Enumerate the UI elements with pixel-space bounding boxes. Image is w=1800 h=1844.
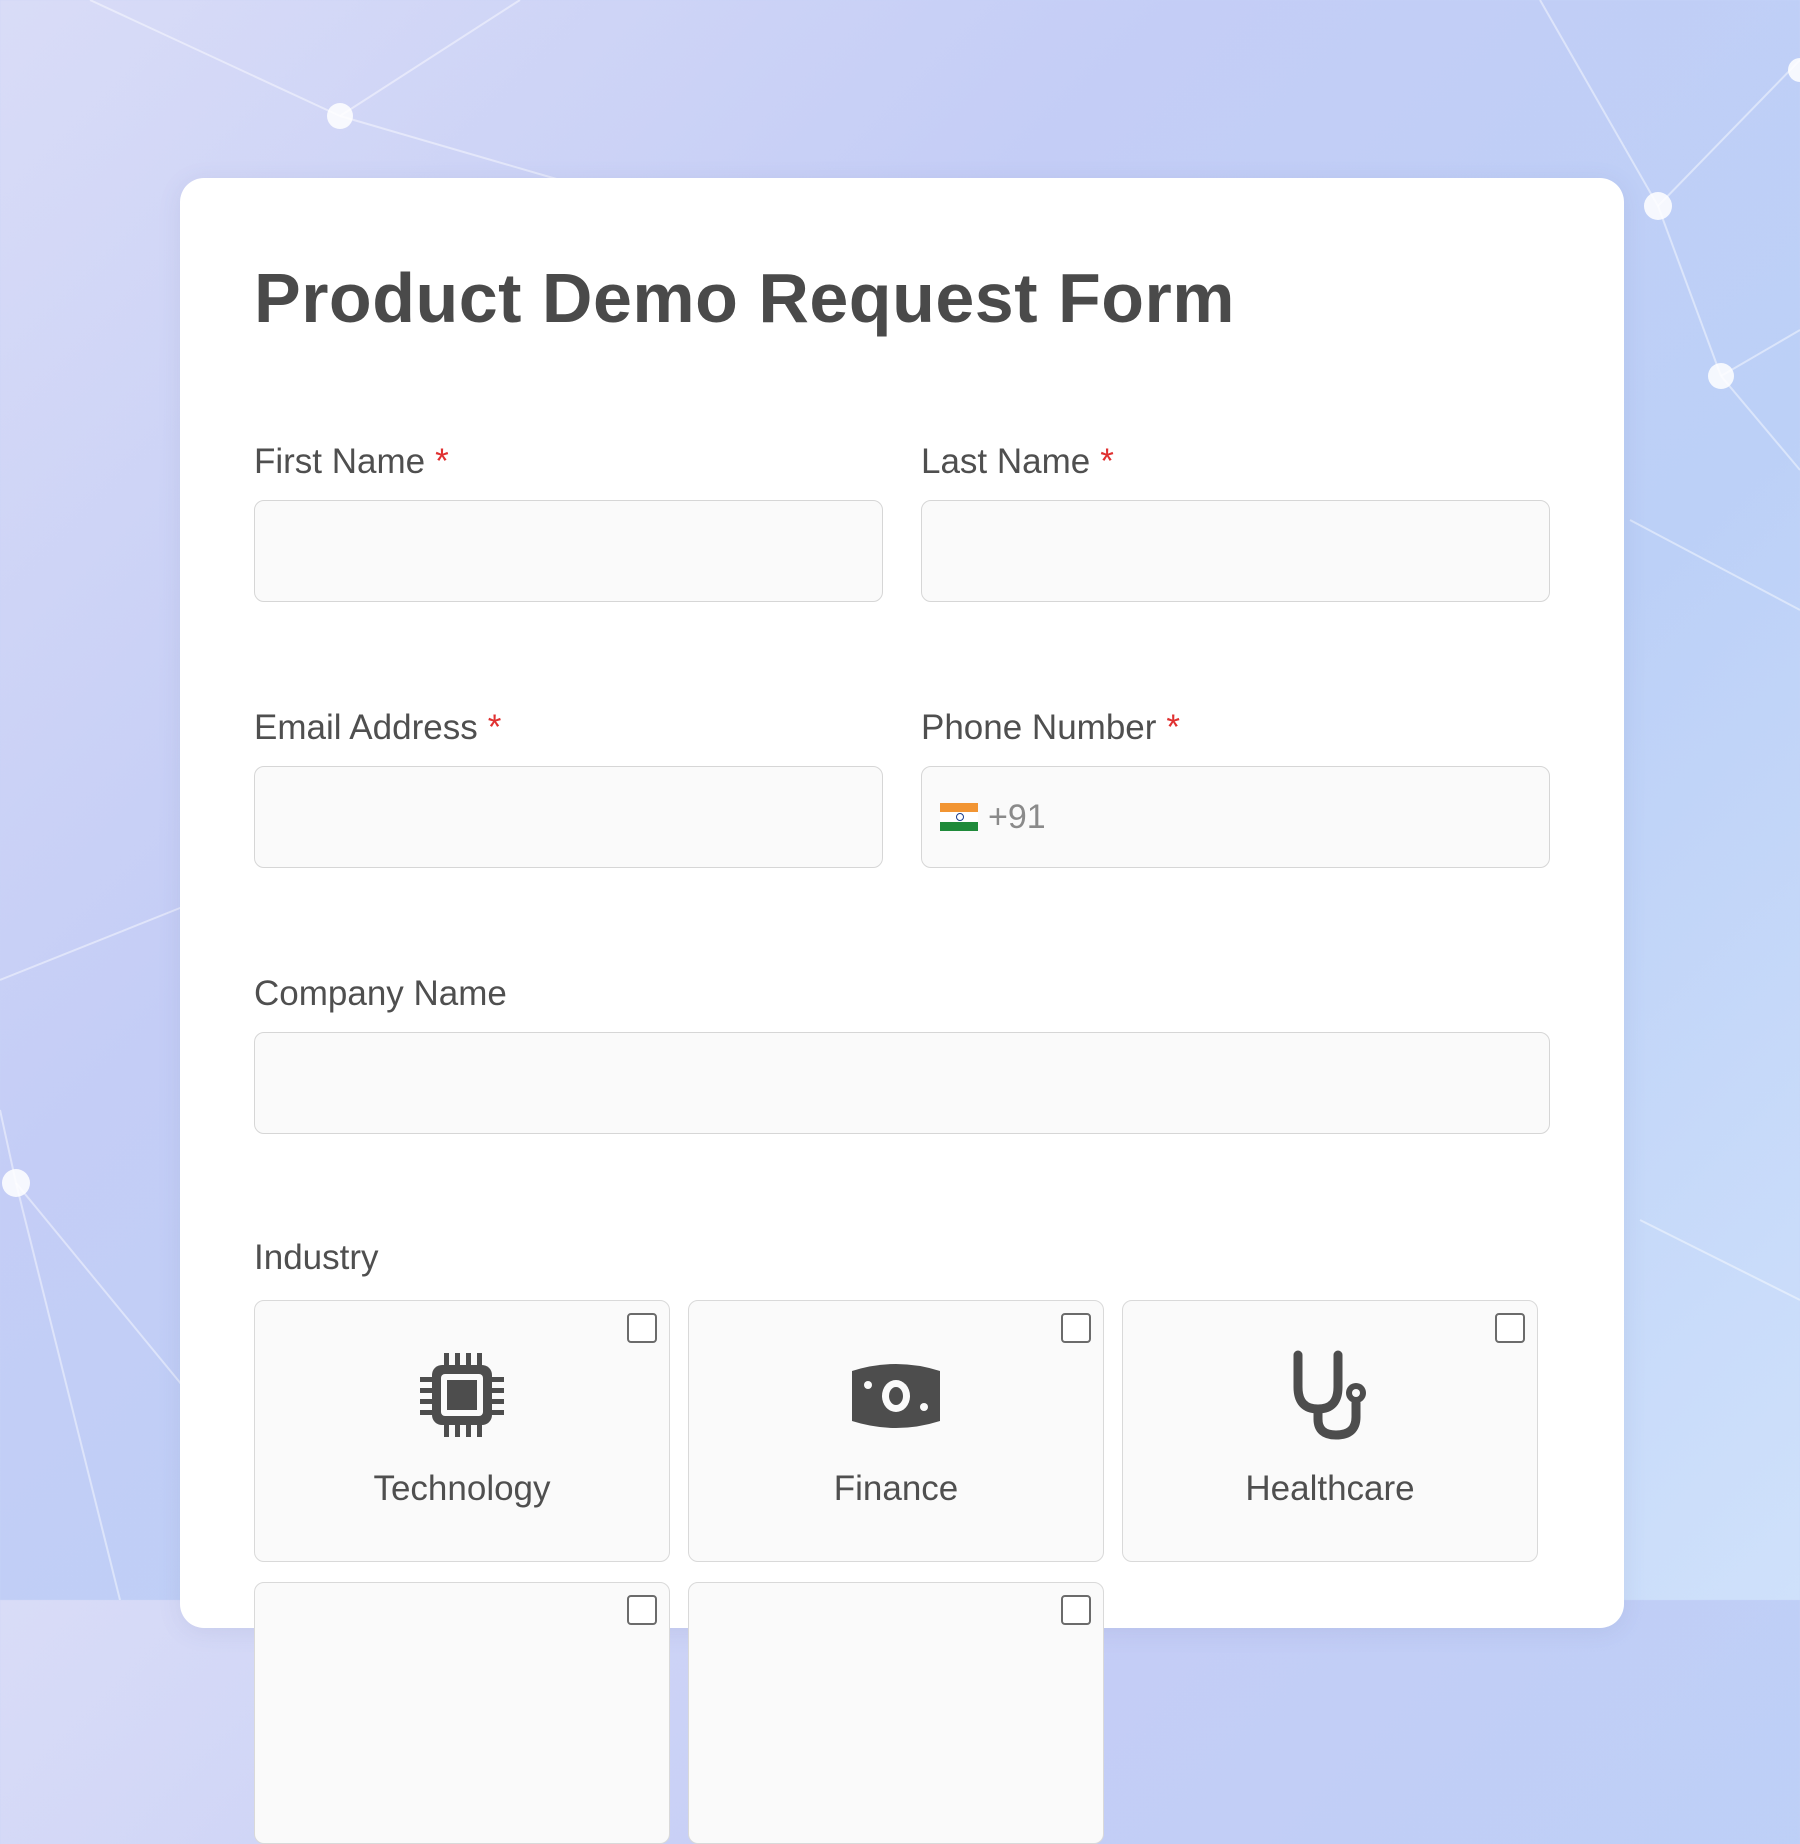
finance-label: Finance — [833, 1469, 959, 1508]
stethoscope-icon — [1293, 1350, 1366, 1440]
finance-checkbox[interactable] — [1061, 1313, 1091, 1343]
form-title: Product Demo Request Form — [254, 259, 1235, 337]
company-field: Company Name — [254, 972, 1550, 1134]
industry-option-finance[interactable]: Finance — [688, 1300, 1104, 1562]
required-marker: * — [487, 708, 502, 747]
email-input[interactable] — [255, 767, 882, 867]
email-label: Email Address * — [254, 708, 502, 747]
technology-checkbox[interactable] — [627, 1313, 657, 1343]
money-icon — [852, 1364, 940, 1428]
last-name-input-box — [921, 500, 1550, 602]
first-name-label: First Name * — [254, 442, 449, 481]
technology-label: Technology — [373, 1469, 551, 1508]
company-input-box — [254, 1032, 1550, 1134]
last-name-label: Last Name * — [921, 442, 1114, 481]
required-marker: * — [1100, 442, 1114, 481]
chip-icon — [420, 1353, 504, 1437]
email-input-box — [254, 766, 883, 868]
required-marker: * — [1166, 708, 1181, 747]
company-input[interactable] — [255, 1033, 1549, 1133]
healthcare-checkbox[interactable] — [1495, 1313, 1525, 1343]
india-flag-icon[interactable] — [940, 803, 978, 831]
industry-option-partial-1[interactable] — [254, 1582, 670, 1844]
dial-code: +91 — [988, 797, 1046, 836]
phone-label: Phone Number * — [921, 708, 1181, 747]
first-name-field: First Name * — [254, 440, 883, 602]
phone-input[interactable] — [1051, 767, 1549, 867]
required-marker: * — [435, 442, 449, 481]
company-label: Company Name — [254, 974, 507, 1013]
email-field: Email Address * — [254, 706, 883, 868]
last-name-input[interactable] — [922, 501, 1549, 601]
industry-option-healthcare[interactable]: Healthcare — [1122, 1300, 1538, 1562]
phone-input-box: +91 — [921, 766, 1550, 868]
healthcare-label: Healthcare — [1245, 1469, 1415, 1508]
form-card: Product Demo Request Form First Name * La… — [180, 178, 1624, 1844]
industry-label: Industry — [254, 1238, 379, 1277]
first-name-input[interactable] — [255, 501, 882, 601]
industry-option-technology[interactable]: Technology — [254, 1300, 670, 1562]
first-name-input-box — [254, 500, 883, 602]
phone-field: Phone Number * +91 — [921, 706, 1550, 868]
industry-option-partial-2[interactable] — [688, 1582, 1104, 1844]
last-name-field: Last Name * — [921, 440, 1550, 602]
